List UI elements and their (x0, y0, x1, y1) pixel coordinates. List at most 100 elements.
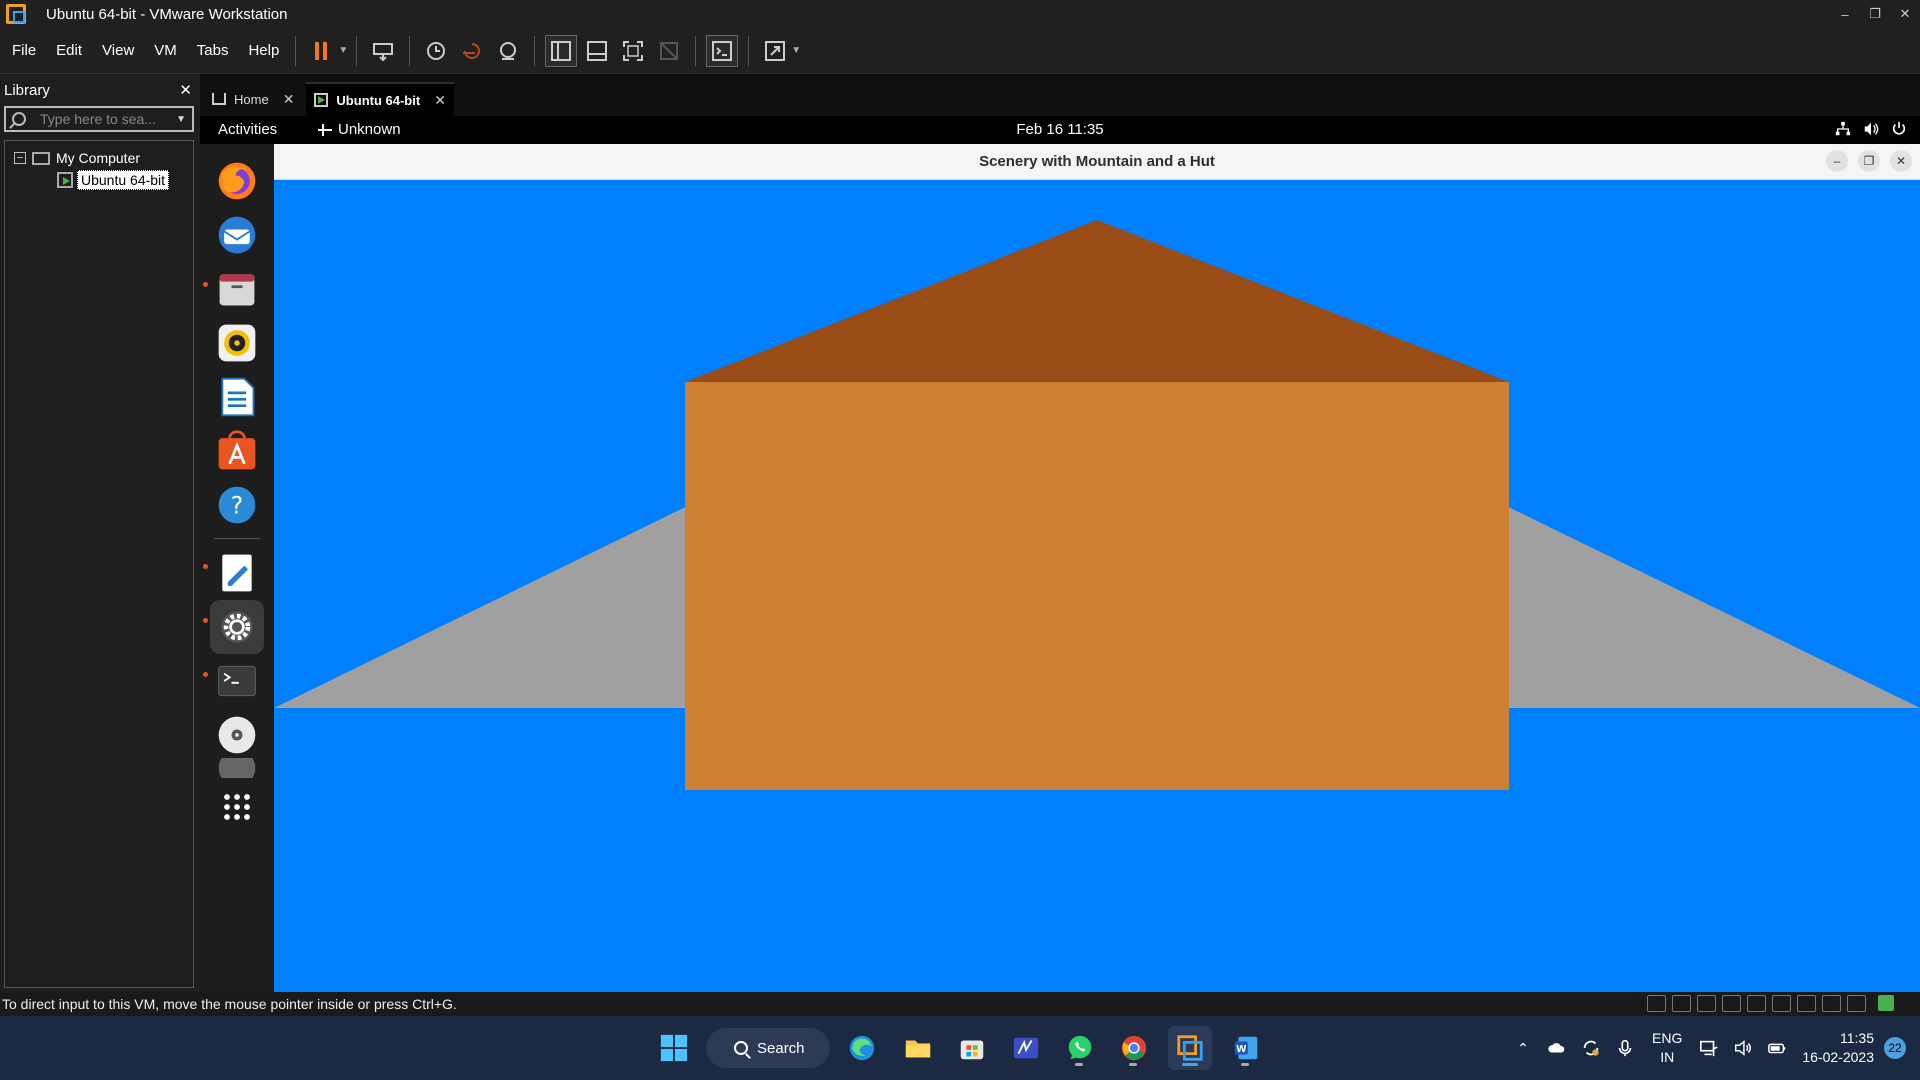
menu-help[interactable]: Help (240, 42, 287, 59)
toolbar-divider (356, 35, 358, 66)
close-icon[interactable]: ✕ (1890, 150, 1912, 172)
stretch-guest-button[interactable] (759, 35, 791, 67)
library-search-input[interactable]: Type here to sea... ▼ (4, 106, 194, 132)
menu-tabs[interactable]: Tabs (189, 42, 237, 59)
ubuntu-dock: ? (200, 144, 274, 992)
dock-terminal[interactable] (210, 654, 264, 708)
menu-file[interactable]: File (4, 42, 44, 59)
disc-icon (218, 758, 256, 778)
toolbar-divider (534, 35, 536, 66)
scenery-app-window: Scenery with Mountain and a Hut – ❐ ✕ (274, 144, 1920, 992)
thumbnail-icon (587, 40, 608, 61)
hut-wall (685, 382, 1509, 790)
volume-icon[interactable] (1732, 1037, 1754, 1059)
taskbar-clock[interactable]: 11:35 16-02-2023 (1802, 1029, 1874, 1067)
unity-button[interactable] (653, 35, 685, 67)
dock-text-editor[interactable] (210, 546, 264, 600)
dock-libreoffice-writer[interactable] (210, 370, 264, 424)
snapshot-manager-button[interactable] (492, 35, 524, 67)
search-icon (12, 112, 26, 126)
hard-disk-icon[interactable] (1647, 995, 1666, 1012)
window-title: Ubuntu 64-bit - VMware Workstation (46, 5, 288, 23)
input-language[interactable]: ENG IN (1652, 1029, 1682, 1067)
network-adapter-icon[interactable] (1747, 995, 1766, 1012)
system-menu[interactable] (1834, 120, 1908, 138)
activities-button[interactable]: Activities (218, 121, 277, 138)
collapse-icon[interactable]: − (14, 152, 26, 164)
close-icon[interactable]: ✕ (179, 81, 192, 99)
show-library-button[interactable] (545, 34, 578, 67)
dock-firefox[interactable] (210, 154, 264, 208)
cd-rom-icon[interactable] (1697, 995, 1716, 1012)
network-indicator[interactable]: Unknown (318, 121, 401, 138)
close-icon[interactable]: ✕ (283, 91, 295, 108)
tab-bar: Home ✕ Ubuntu 64-bit ✕ (200, 74, 1920, 116)
restore-icon[interactable]: ❐ (1860, 0, 1890, 28)
taskbar-whiteboard[interactable] (1004, 1026, 1048, 1070)
snapshot-button[interactable] (420, 35, 452, 67)
battery-icon[interactable] (1766, 1037, 1788, 1059)
dock-help[interactable]: ? (210, 478, 264, 532)
console-view-button[interactable] (706, 34, 739, 67)
taskbar-store[interactable] (950, 1026, 994, 1070)
usb-icon[interactable] (1822, 995, 1841, 1012)
taskbar-edge[interactable] (840, 1026, 884, 1070)
close-icon[interactable]: ✕ (1890, 0, 1920, 28)
tab-ubuntu[interactable]: Ubuntu 64-bit ✕ (306, 82, 454, 116)
notification-badge[interactable]: 22 (1884, 1037, 1906, 1059)
network-display-icon[interactable] (1698, 1037, 1720, 1059)
dock-rhythmbox[interactable] (210, 316, 264, 370)
taskbar-whatsapp[interactable] (1058, 1026, 1102, 1070)
dock-settings[interactable] (210, 600, 264, 654)
taskbar-date: 16-02-2023 (1802, 1049, 1874, 1065)
chevron-down-icon[interactable]: ▼ (176, 114, 186, 125)
files-icon (219, 274, 255, 306)
dock-show-applications[interactable] (210, 780, 264, 834)
tab-home[interactable]: Home ✕ (204, 82, 302, 116)
ubuntu-clock[interactable]: Feb 16 11:35 (200, 121, 1920, 138)
taskbar-word[interactable]: W (1224, 1026, 1268, 1070)
tree-item-my-computer[interactable]: − My Computer (5, 147, 193, 169)
sync-icon[interactable] (1580, 1037, 1602, 1059)
wired-network-icon (1834, 120, 1852, 138)
menu-view[interactable]: View (94, 42, 142, 59)
minimize-icon[interactable]: – (1830, 0, 1860, 28)
close-icon[interactable]: ✕ (434, 92, 446, 109)
notes-icon[interactable] (1878, 995, 1894, 1011)
vm-running-icon (314, 93, 329, 107)
send-ctrl-alt-del-button[interactable] (367, 35, 399, 67)
thumbnail-bar-button[interactable] (581, 35, 613, 67)
floppy-icon[interactable] (1722, 995, 1741, 1012)
maximize-icon[interactable]: ❐ (1858, 150, 1880, 172)
sound-icon[interactable] (1797, 995, 1816, 1012)
taskbar-search[interactable]: Search (706, 1028, 830, 1068)
suspend-button[interactable] (306, 35, 338, 67)
chevron-down-icon[interactable]: ▼ (338, 45, 348, 56)
tree-item-ubuntu-vm[interactable]: Ubuntu 64-bit (57, 169, 193, 191)
chevron-up-icon[interactable]: ⌃ (1512, 1037, 1534, 1059)
minimize-icon[interactable]: – (1826, 150, 1848, 172)
terminal-icon (218, 665, 256, 697)
running-indicator (203, 564, 208, 569)
dock-dvd-drive[interactable] (210, 708, 264, 762)
start-button[interactable] (652, 1026, 696, 1070)
menu-edit[interactable]: Edit (48, 42, 90, 59)
audio-mute-icon[interactable] (1847, 995, 1866, 1012)
taskbar-file-explorer[interactable] (896, 1026, 940, 1070)
revert-snapshot-button[interactable] (456, 35, 488, 67)
taskbar-vmware[interactable] (1168, 1026, 1212, 1070)
menu-vm[interactable]: VM (146, 42, 185, 59)
dock-files[interactable] (210, 262, 264, 316)
library-search-placeholder: Type here to sea... (40, 111, 156, 127)
microphone-icon[interactable] (1614, 1037, 1636, 1059)
cd-rom-icon[interactable] (1672, 995, 1691, 1012)
chevron-down-icon[interactable]: ▼ (791, 45, 801, 56)
dock-disc-partial[interactable] (210, 758, 264, 778)
onedrive-cloud-icon[interactable] (1546, 1037, 1568, 1059)
taskbar-chrome[interactable] (1112, 1026, 1156, 1070)
full-screen-button[interactable] (617, 35, 649, 67)
dock-thunderbird[interactable] (210, 208, 264, 262)
running-indicator (203, 672, 208, 677)
dock-software[interactable] (210, 424, 264, 478)
printer-icon[interactable] (1772, 995, 1791, 1012)
